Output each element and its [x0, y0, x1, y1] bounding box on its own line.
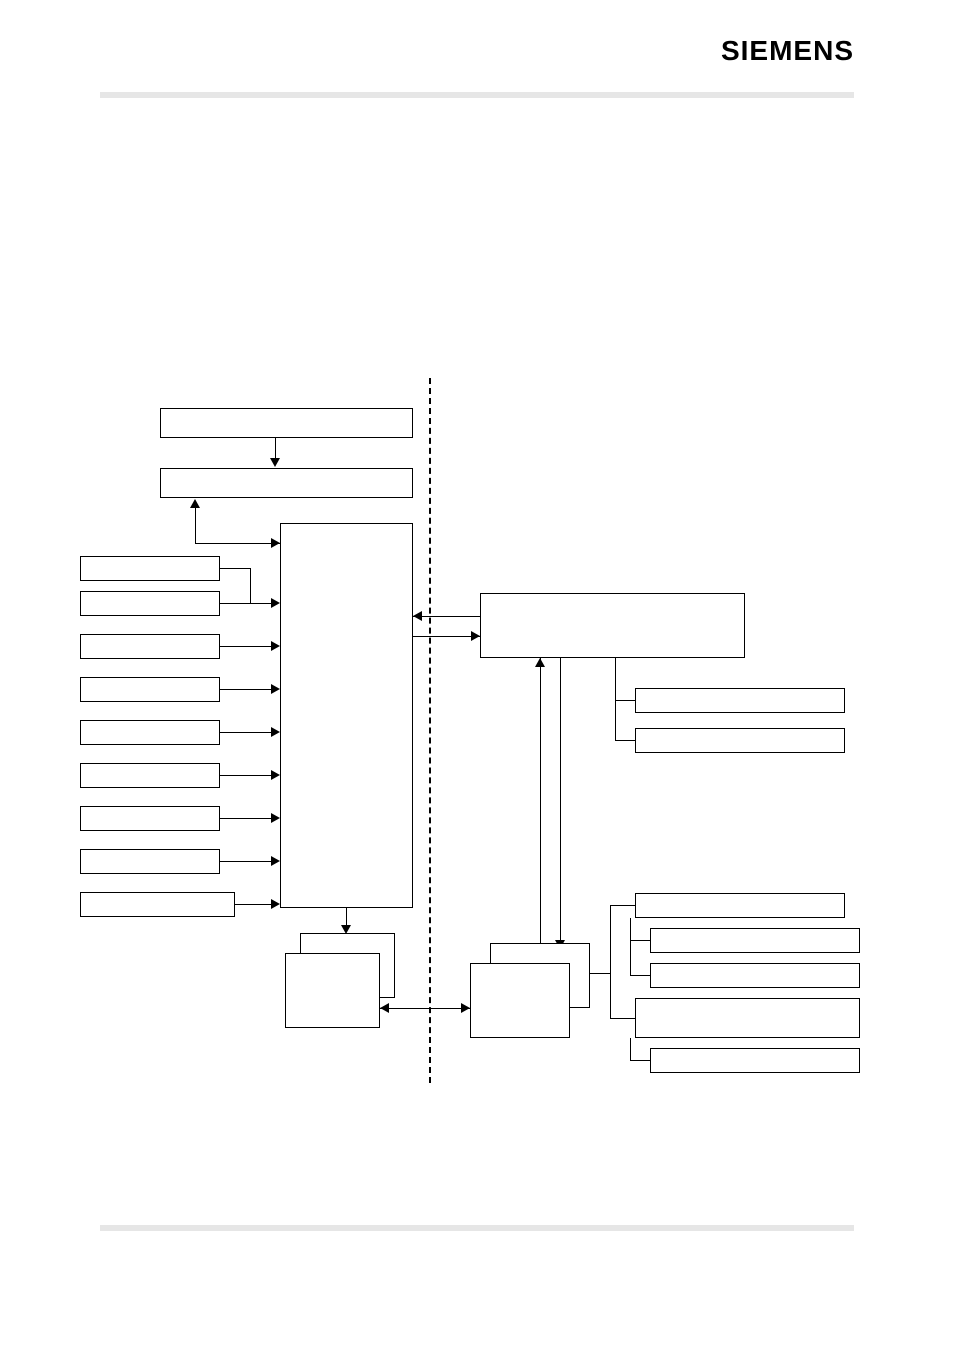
connector [220, 568, 250, 569]
connector [220, 646, 275, 647]
box-bottom-mid-front [470, 963, 570, 1038]
box-central-tall [280, 523, 413, 908]
dashed-divider [429, 378, 431, 1083]
connector [610, 1018, 635, 1019]
box-right-small-1 [635, 688, 845, 713]
box-second-wide [160, 468, 413, 498]
connector [220, 603, 275, 604]
connector [540, 658, 541, 958]
connector [195, 506, 196, 543]
box-input-1 [80, 556, 220, 581]
connector [630, 1038, 631, 1060]
box-right-small-2 [635, 728, 845, 753]
connector [195, 543, 280, 544]
connector [250, 568, 251, 603]
connector [615, 740, 635, 741]
connector [220, 818, 275, 819]
box-top-wide [160, 408, 413, 438]
connector [610, 905, 635, 906]
box-far-right-2 [650, 928, 860, 953]
box-input-5 [80, 720, 220, 745]
block-diagram [75, 378, 865, 1098]
page: SIEMENS [0, 0, 954, 1351]
brand-logo: SIEMENS [721, 35, 854, 67]
connector [615, 658, 616, 740]
connector [220, 775, 275, 776]
arrowhead-icon [535, 658, 545, 667]
arrowhead-icon [271, 598, 280, 608]
box-input-2 [80, 591, 220, 616]
arrowhead-icon [271, 727, 280, 737]
arrowhead-icon [190, 499, 200, 508]
box-input-4 [80, 677, 220, 702]
connector [630, 940, 650, 941]
arrowhead-icon [380, 1003, 389, 1013]
connector [610, 905, 611, 1018]
footer-divider [100, 1225, 854, 1231]
connector [235, 904, 275, 905]
box-input-6 [80, 763, 220, 788]
connector [590, 973, 610, 974]
arrowhead-icon [271, 813, 280, 823]
arrowhead-icon [270, 458, 280, 467]
box-input-7 [80, 806, 220, 831]
connector [615, 700, 635, 701]
box-right-large [480, 593, 745, 658]
arrowhead-icon [271, 856, 280, 866]
connector [413, 636, 480, 637]
arrowhead-icon [271, 770, 280, 780]
box-far-right-4 [635, 998, 860, 1038]
arrowhead-icon [461, 1003, 470, 1013]
connector [560, 658, 561, 943]
connector [630, 975, 650, 976]
connector [220, 861, 275, 862]
connector [630, 918, 631, 975]
box-far-right-5 [650, 1048, 860, 1073]
box-bottom-left-front [285, 953, 380, 1028]
box-input-8 [80, 849, 220, 874]
connector [413, 616, 480, 617]
box-input-3 [80, 634, 220, 659]
arrowhead-icon [413, 611, 422, 621]
header-divider [100, 92, 854, 98]
box-far-right-1 [635, 893, 845, 918]
arrowhead-icon [271, 538, 280, 548]
box-input-9 [80, 892, 235, 917]
connector [220, 689, 275, 690]
arrowhead-icon [271, 899, 280, 909]
arrowhead-icon [471, 631, 480, 641]
connector [220, 732, 275, 733]
arrowhead-icon [271, 641, 280, 651]
box-far-right-3 [650, 963, 860, 988]
connector [630, 1060, 650, 1061]
arrowhead-icon [271, 684, 280, 694]
connector [380, 1008, 470, 1009]
